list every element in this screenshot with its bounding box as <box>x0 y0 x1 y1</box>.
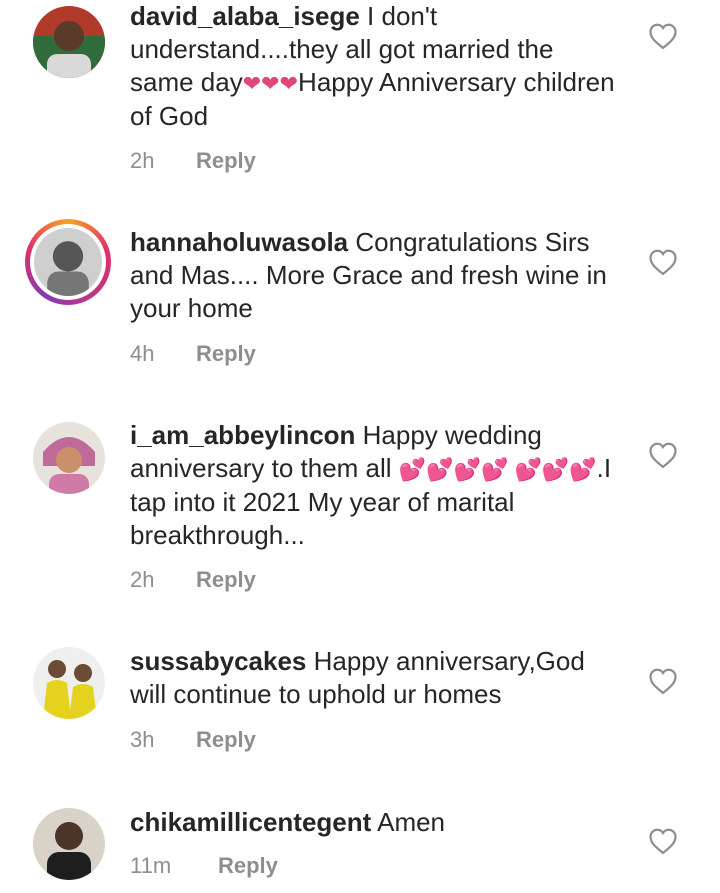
avatar[interactable] <box>33 647 105 719</box>
reply-button[interactable]: Reply <box>196 727 256 752</box>
like-heart-icon[interactable] <box>648 827 678 855</box>
like-heart-icon[interactable] <box>648 441 678 469</box>
comment-username[interactable]: david_alaba_isege <box>130 1 360 31</box>
comment-time: 2h <box>130 567 155 592</box>
like-heart-icon[interactable] <box>648 667 678 695</box>
comment-text: Amen <box>371 807 446 837</box>
comment-time: 3h <box>130 727 155 752</box>
avatar[interactable] <box>33 422 105 494</box>
reply-button[interactable]: Reply <box>196 148 256 173</box>
story-ring[interactable] <box>25 219 111 305</box>
reply-button[interactable]: Reply <box>218 853 278 878</box>
comment-time: 2h <box>130 148 155 173</box>
reply-button[interactable]: Reply <box>196 341 256 366</box>
like-heart-icon[interactable] <box>648 248 678 276</box>
comment-time: 11m <box>130 853 172 878</box>
avatar[interactable] <box>33 6 105 78</box>
avatar <box>34 228 102 296</box>
reply-button[interactable]: Reply <box>196 567 256 592</box>
avatar[interactable] <box>33 808 105 880</box>
comment-username[interactable]: i_am_abbeylincon <box>130 420 355 450</box>
heart-emoji: ❤❤❤ <box>242 71 299 96</box>
comment-username[interactable]: hannaholuwasola <box>130 227 348 257</box>
comment-time: 4h <box>130 341 155 366</box>
like-heart-icon[interactable] <box>648 22 678 50</box>
comment-username[interactable]: sussabycakes <box>130 646 306 676</box>
hearts-emoji: 💕💕💕💕 💕💕💕 <box>398 457 597 482</box>
comment-username[interactable]: chikamillicentegent <box>130 807 371 837</box>
